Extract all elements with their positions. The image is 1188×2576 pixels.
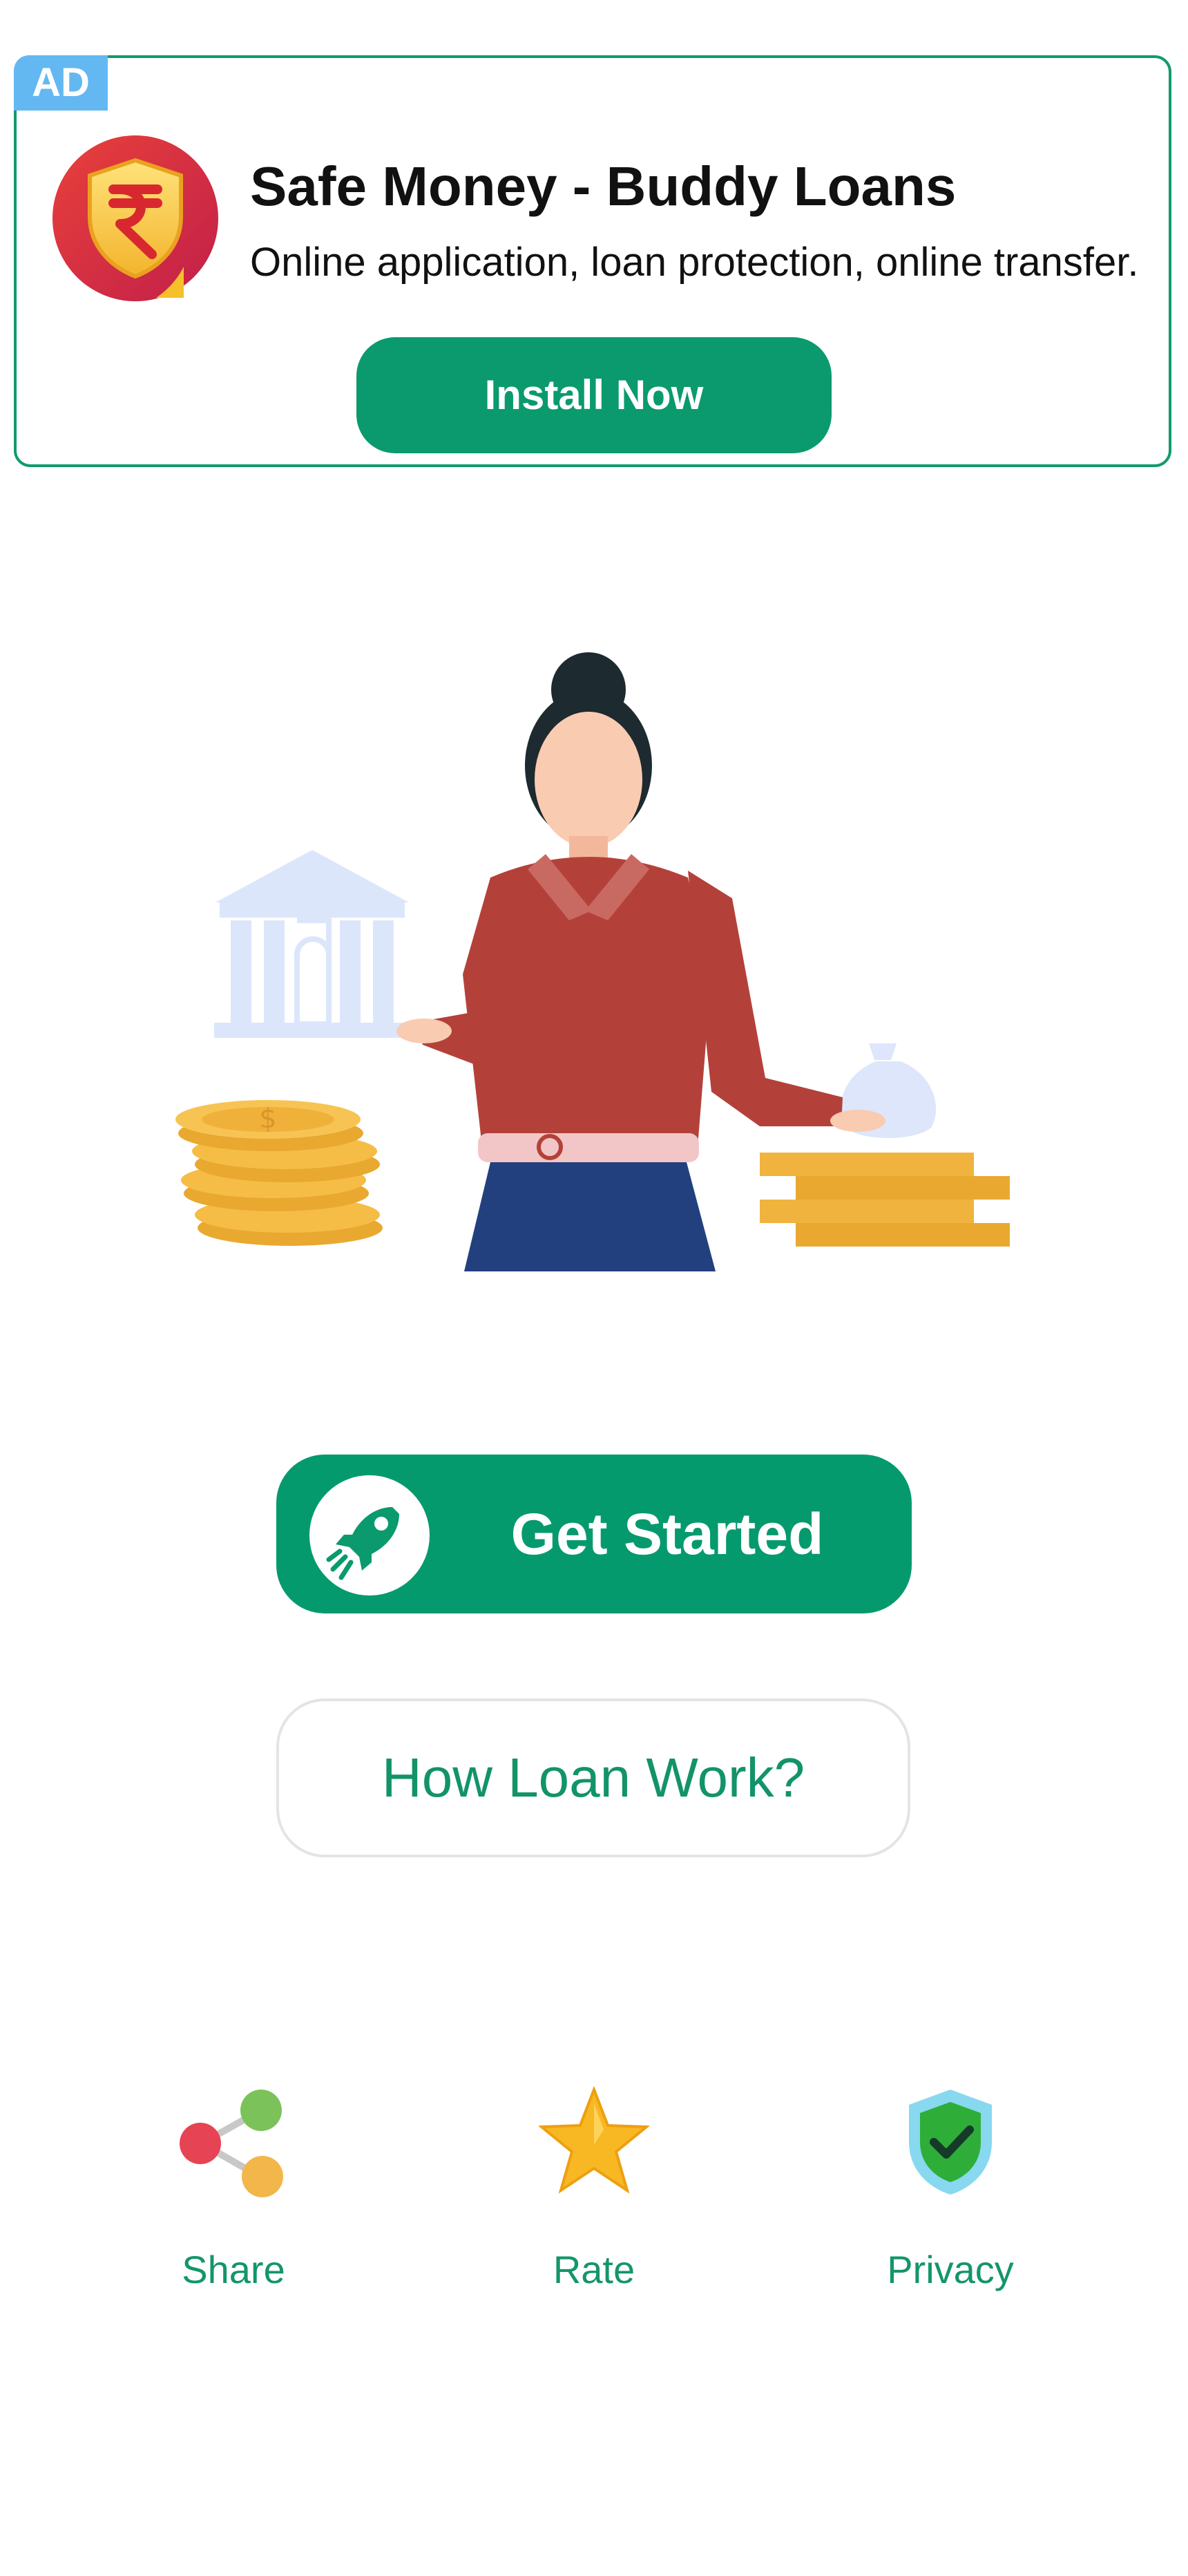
how-loan-work-button[interactable]: How Loan Work? bbox=[276, 1698, 910, 1857]
ad-subtitle: Online application, loan protection, onl… bbox=[250, 240, 1139, 285]
rate-label: Rate bbox=[553, 2248, 635, 2291]
star-icon bbox=[537, 2085, 651, 2197]
get-started-label: Get Started bbox=[510, 1502, 824, 1566]
install-now-button[interactable]: Install Now bbox=[356, 337, 832, 453]
rupee-shield-icon[interactable] bbox=[52, 135, 218, 301]
rate-button[interactable]: Rate bbox=[490, 2085, 698, 2308]
woman-with-bank-coins-illustration: $ bbox=[166, 650, 1022, 1271]
rocket-icon bbox=[309, 1475, 430, 1595]
share-button[interactable]: Share bbox=[130, 2087, 337, 2308]
privacy-button[interactable]: Privacy bbox=[847, 2087, 1054, 2308]
ad-badge: AD bbox=[14, 55, 108, 111]
shield-check-icon bbox=[895, 2087, 1006, 2197]
share-label: Share bbox=[182, 2248, 285, 2291]
share-icon bbox=[178, 2087, 289, 2197]
ad-title: Safe Money - Buddy Loans bbox=[250, 155, 957, 217]
get-started-button[interactable]: Get Started bbox=[276, 1455, 912, 1613]
privacy-label: Privacy bbox=[887, 2248, 1014, 2291]
svg-text:$: $ bbox=[259, 1103, 276, 1135]
